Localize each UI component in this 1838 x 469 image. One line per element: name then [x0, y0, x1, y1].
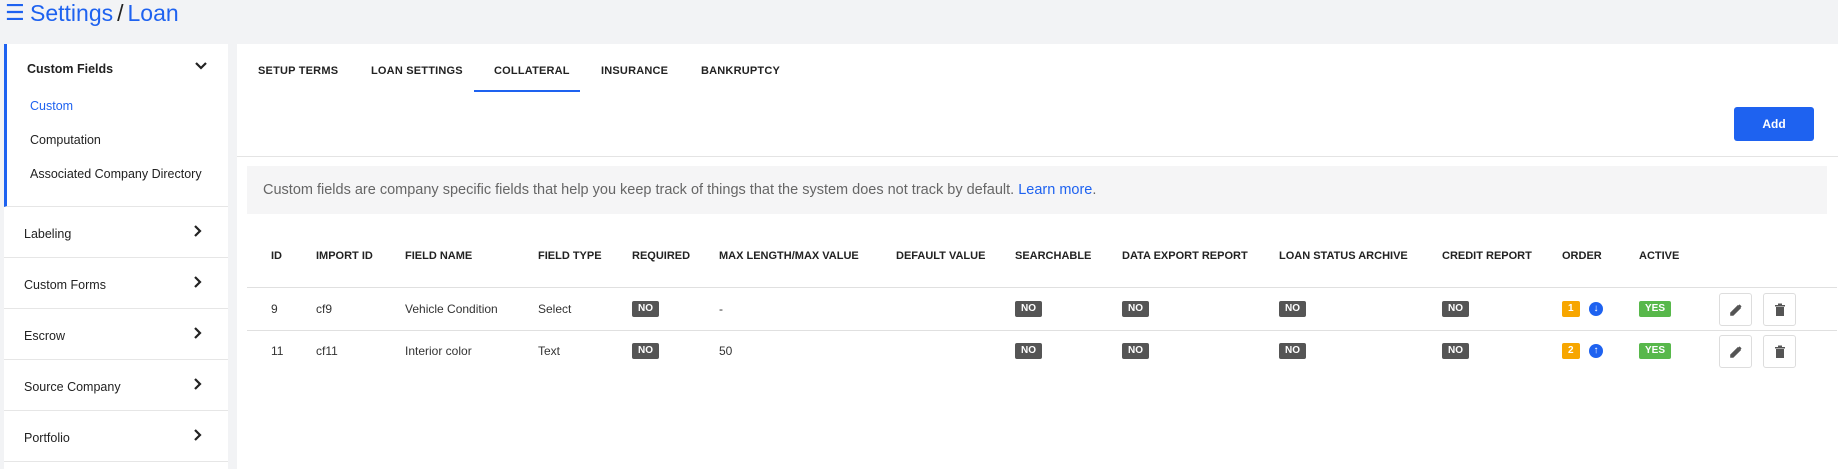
info-notice: Custom fields are company specific field…: [247, 166, 1827, 214]
column-header-order: ORDER: [1562, 250, 1602, 262]
column-header-required: REQUIRED: [632, 250, 691, 262]
sidebar-item-label: Custom Forms: [24, 278, 106, 292]
notice-text: Custom fields are company specific field…: [263, 182, 1015, 198]
sidebar-item-escrow[interactable]: Escrow: [4, 309, 228, 360]
hamburger-menu-icon[interactable]: ☰: [5, 2, 25, 24]
tab-insurance[interactable]: INSURANCE: [601, 65, 668, 77]
row-divider: [247, 330, 1837, 331]
column-header-id: ID: [271, 250, 282, 262]
sidebar-item-computation[interactable]: Computation: [30, 133, 101, 147]
cell-max-length: 50: [719, 344, 733, 358]
badge-loan-status-archive: NO: [1279, 301, 1306, 317]
table-header-divider: [247, 287, 1837, 288]
tab-bankruptcy[interactable]: BANKRUPTCY: [701, 65, 780, 77]
badge-required: NO: [632, 343, 659, 359]
edit-button[interactable]: [1719, 335, 1752, 368]
pencil-icon: [1730, 346, 1742, 358]
sidebar: Custom Fields Custom Computation Associa…: [4, 44, 228, 469]
column-header-field-name: FIELD NAME: [405, 250, 473, 262]
chevron-down-icon[interactable]: [195, 59, 207, 73]
cell-field-type: Select: [538, 302, 572, 316]
cell-field-name: Interior color: [405, 344, 472, 358]
sidebar-item-labeling[interactable]: Labeling: [4, 207, 228, 258]
sidebar-item-custom[interactable]: Custom: [30, 99, 73, 113]
learn-more-link[interactable]: Learn more: [1018, 182, 1092, 198]
active-tab-indicator: [474, 90, 580, 92]
badge-order: 1: [1562, 301, 1580, 317]
badge-required: NO: [632, 301, 659, 317]
sidebar-group-label[interactable]: Custom Fields: [27, 62, 113, 76]
cell-import-id: cf9: [316, 302, 333, 316]
badge-active: YES: [1639, 301, 1672, 317]
notice-suffix: .: [1092, 182, 1097, 198]
sidebar-item-label: Labeling: [24, 227, 72, 241]
chevron-right-icon: [194, 275, 202, 291]
badge-loan-status-archive: NO: [1279, 343, 1306, 359]
cell-field-type: Text: [538, 344, 561, 358]
column-header-default-value: DEFAULT VALUE: [896, 250, 986, 262]
badge-credit-report: NO: [1442, 301, 1469, 317]
column-header-data-export-report: DATA EXPORT REPORT: [1122, 250, 1248, 262]
breadcrumb-separator: /: [117, 0, 124, 26]
main-panel: SETUP TERMS LOAN SETTINGS COLLATERAL INS…: [237, 44, 1838, 469]
badge-searchable: NO: [1015, 301, 1042, 317]
column-header-searchable: SEARCHABLE: [1015, 250, 1092, 262]
cell-field-name: Vehicle Condition: [405, 302, 498, 316]
sidebar-item-label: Portfolio: [24, 431, 70, 445]
sidebar-group-custom-fields: Custom Fields Custom Computation Associa…: [4, 44, 228, 207]
move-up-icon[interactable]: ↑: [1589, 344, 1603, 358]
badge-data-export: NO: [1122, 343, 1149, 359]
delete-button[interactable]: [1763, 335, 1796, 368]
top-bar: ☰ Settings / Loan: [0, 0, 1838, 40]
tab-loan-settings[interactable]: LOAN SETTINGS: [371, 65, 463, 77]
breadcrumb-loan: Loan: [127, 0, 179, 26]
cell-import-id: cf11: [316, 344, 338, 358]
badge-order: 2: [1562, 343, 1580, 359]
chevron-right-icon: [194, 326, 202, 342]
chevron-right-icon: [194, 377, 202, 393]
trash-icon: [1775, 303, 1785, 316]
sidebar-item-label: Source Company: [24, 380, 121, 394]
cell-id: 9: [271, 302, 278, 316]
tab-collateral[interactable]: COLLATERAL: [494, 65, 570, 77]
column-header-active: ACTIVE: [1639, 250, 1680, 262]
trash-icon: [1775, 345, 1785, 358]
sidebar-item-portfolio[interactable]: Portfolio: [4, 411, 228, 462]
edit-button[interactable]: [1719, 293, 1752, 326]
divider: [237, 156, 1838, 157]
badge-credit-report: NO: [1442, 343, 1469, 359]
tab-setup-terms[interactable]: SETUP TERMS: [258, 65, 338, 77]
chevron-right-icon: [194, 224, 202, 240]
badge-searchable: NO: [1015, 343, 1042, 359]
add-button[interactable]: Add: [1734, 107, 1814, 141]
sidebar-item-source-company[interactable]: Source Company: [4, 360, 228, 411]
chevron-right-icon: [194, 428, 202, 444]
column-header-import-id: IMPORT ID: [316, 250, 373, 262]
sidebar-item-label: Escrow: [24, 329, 65, 343]
sidebar-item-associated-company-directory[interactable]: Associated Company Directory: [30, 167, 202, 181]
move-down-icon[interactable]: ↓: [1589, 302, 1603, 316]
delete-button[interactable]: [1763, 293, 1796, 326]
column-header-credit-report: CREDIT REPORT: [1442, 250, 1532, 262]
column-header-field-type: FIELD TYPE: [538, 250, 602, 262]
breadcrumb: Settings / Loan: [30, 0, 179, 26]
sidebar-item-custom-forms[interactable]: Custom Forms: [4, 258, 228, 309]
tab-bar: SETUP TERMS LOAN SETTINGS COLLATERAL INS…: [237, 44, 1137, 92]
badge-active: YES: [1639, 343, 1672, 359]
pencil-icon: [1730, 304, 1742, 316]
column-header-max-length: MAX LENGTH/MAX VALUE: [719, 250, 859, 262]
cell-id: 11: [271, 344, 284, 358]
cell-max-length: -: [719, 302, 723, 316]
column-header-loan-status-archive: LOAN STATUS ARCHIVE: [1279, 250, 1408, 262]
badge-data-export: NO: [1122, 301, 1149, 317]
breadcrumb-settings[interactable]: Settings: [30, 0, 113, 26]
